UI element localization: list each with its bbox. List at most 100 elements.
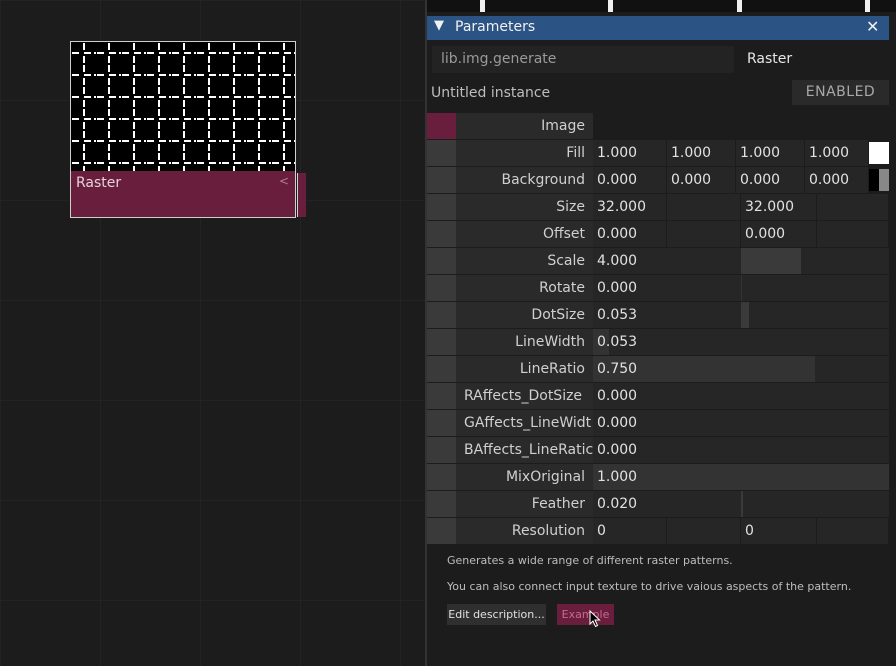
param-row-gaffects-linewidth: GAffects_LineWidt 0.000 bbox=[427, 410, 889, 436]
param-anim-button[interactable] bbox=[427, 410, 456, 436]
scale-slider-fill bbox=[741, 248, 801, 274]
param-row-raffects-dotsize: RAffects_DotSize 0.000 bbox=[427, 383, 889, 409]
offset-y-pad bbox=[817, 221, 889, 247]
param-label: MixOriginal bbox=[456, 464, 593, 490]
mouse-cursor-icon bbox=[589, 610, 601, 628]
raster-node[interactable]: Raster < bbox=[70, 41, 306, 218]
offset-y-input[interactable]: 0.000 bbox=[741, 221, 817, 247]
param-anim-button[interactable] bbox=[427, 221, 456, 247]
scale-slider[interactable]: 4.000 bbox=[593, 248, 889, 274]
fill-color-swatch[interactable] bbox=[869, 142, 889, 164]
baffects-lineratio-slider[interactable]: 0.000 bbox=[593, 437, 889, 463]
resolution-x-pad bbox=[667, 518, 741, 544]
param-anim-button[interactable] bbox=[427, 248, 456, 274]
size-y-input[interactable]: 32.000 bbox=[741, 194, 817, 220]
feather-slider[interactable]: 0.020 bbox=[593, 491, 889, 517]
param-port-button[interactable] bbox=[427, 113, 456, 139]
dotsize-slider[interactable]: 0.053 bbox=[593, 302, 889, 328]
fill-a-input[interactable]: 1.000 bbox=[805, 140, 869, 166]
close-icon[interactable]: ✕ bbox=[866, 17, 879, 36]
resolution-x-input[interactable]: 0 bbox=[593, 518, 667, 544]
param-row-background: Background 0.000 0.000 0.000 0.000 bbox=[427, 167, 889, 193]
param-row-baffects-lineratio: BAffects_LineRatic 0.000 bbox=[427, 437, 889, 463]
param-row-image: Image bbox=[427, 113, 889, 139]
fill-r-input[interactable]: 1.000 bbox=[593, 140, 667, 166]
param-row-size: Size 32.000 32.000 bbox=[427, 194, 889, 220]
param-label: BAffects_LineRatic bbox=[456, 437, 593, 463]
node-preview-image bbox=[70, 41, 296, 172]
op-namespace-field[interactable]: lib.img.generate bbox=[432, 46, 734, 73]
mixoriginal-slider[interactable]: 1.000 bbox=[593, 464, 889, 490]
lineratio-slider[interactable]: 0.750 bbox=[593, 356, 889, 382]
param-anim-button[interactable] bbox=[427, 464, 456, 490]
timeline-marker[interactable] bbox=[480, 0, 485, 12]
background-b-input[interactable]: 0.000 bbox=[736, 167, 805, 193]
param-label: Image bbox=[456, 113, 593, 139]
offset-x-input[interactable]: 0.000 bbox=[593, 221, 667, 247]
param-label: Feather bbox=[456, 491, 593, 517]
collapse-triangle-icon[interactable]: ▼ bbox=[434, 18, 444, 33]
gaffects-linewidth-value: 0.000 bbox=[597, 415, 638, 431]
linewidth-slider[interactable]: 0.053 bbox=[593, 329, 889, 355]
param-label: LineRatio bbox=[456, 356, 593, 382]
enabled-toggle[interactable]: ENABLED bbox=[792, 80, 889, 105]
rotate-slider[interactable]: 0.000 bbox=[593, 275, 889, 301]
rotate-value: 0.000 bbox=[597, 280, 638, 296]
timeline-marker[interactable] bbox=[608, 0, 613, 12]
background-a-input[interactable]: 0.000 bbox=[805, 167, 869, 193]
param-anim-button[interactable] bbox=[427, 275, 456, 301]
param-anim-button[interactable] bbox=[427, 491, 456, 517]
param-row-rotate: Rotate 0.000 bbox=[427, 275, 889, 301]
param-anim-button[interactable] bbox=[427, 167, 456, 193]
node-output-port[interactable] bbox=[297, 173, 306, 217]
node-collapse-icon[interactable]: < bbox=[279, 174, 289, 188]
raffects-dotsize-slider[interactable]: 0.000 bbox=[593, 383, 889, 409]
offset-x-pad bbox=[667, 221, 741, 247]
param-anim-button[interactable] bbox=[427, 329, 456, 355]
background-g-input[interactable]: 0.000 bbox=[667, 167, 736, 193]
param-anim-button[interactable] bbox=[427, 518, 456, 544]
background-color-swatch[interactable] bbox=[869, 169, 889, 191]
param-label: Size bbox=[456, 194, 593, 220]
gaffects-linewidth-slider[interactable]: 0.000 bbox=[593, 410, 889, 436]
instance-name[interactable]: Untitled instance bbox=[431, 80, 550, 107]
background-r-input[interactable]: 0.000 bbox=[593, 167, 667, 193]
param-anim-button[interactable] bbox=[427, 356, 456, 382]
feather-value: 0.020 bbox=[597, 496, 638, 512]
edit-description-button[interactable]: Edit description... bbox=[447, 604, 546, 625]
param-label: Background bbox=[456, 167, 593, 193]
timeline-bar[interactable] bbox=[427, 0, 896, 12]
node-body[interactable]: Raster < bbox=[70, 171, 296, 218]
example-button[interactable]: Example bbox=[557, 604, 614, 625]
resolution-y-input[interactable]: 0 bbox=[741, 518, 817, 544]
param-label: RAffects_DotSize bbox=[456, 383, 593, 409]
param-anim-button[interactable] bbox=[427, 437, 456, 463]
panel-header[interactable]: ▼ Parameters ✕ bbox=[427, 16, 889, 40]
param-anim-button[interactable] bbox=[427, 383, 456, 409]
feather-slider-fill bbox=[741, 491, 743, 517]
graph-canvas[interactable]: Raster < bbox=[0, 0, 426, 666]
resolution-y-pad bbox=[817, 518, 889, 544]
size-x-input[interactable]: 32.000 bbox=[593, 194, 667, 220]
param-row-fill: Fill 1.000 1.000 1.000 1.000 bbox=[427, 140, 889, 166]
fill-g-input[interactable]: 1.000 bbox=[667, 140, 736, 166]
parameters-panel: ▼ Parameters ✕ lib.img.generate Raster U… bbox=[427, 12, 896, 666]
raster-pattern bbox=[71, 42, 295, 172]
fill-b-input[interactable]: 1.000 bbox=[736, 140, 805, 166]
mixoriginal-slider-fill bbox=[593, 464, 889, 490]
param-anim-button[interactable] bbox=[427, 194, 456, 220]
param-label: Scale bbox=[456, 248, 593, 274]
node-title: Raster bbox=[76, 175, 122, 191]
lineratio-value: 0.750 bbox=[597, 361, 638, 377]
param-row-linewidth: LineWidth 0.053 bbox=[427, 329, 889, 355]
timeline-marker[interactable] bbox=[737, 0, 742, 12]
param-anim-button[interactable] bbox=[427, 302, 456, 328]
param-row-dotsize: DotSize 0.053 bbox=[427, 302, 889, 328]
param-label: DotSize bbox=[456, 302, 593, 328]
dotsize-slider-fill bbox=[741, 302, 749, 328]
param-row-lineratio: LineRatio 0.750 bbox=[427, 356, 889, 382]
param-anim-button[interactable] bbox=[427, 140, 456, 166]
param-empty bbox=[593, 113, 889, 139]
param-row-mixoriginal: MixOriginal 1.000 bbox=[427, 464, 889, 490]
timeline-marker[interactable] bbox=[865, 0, 870, 12]
